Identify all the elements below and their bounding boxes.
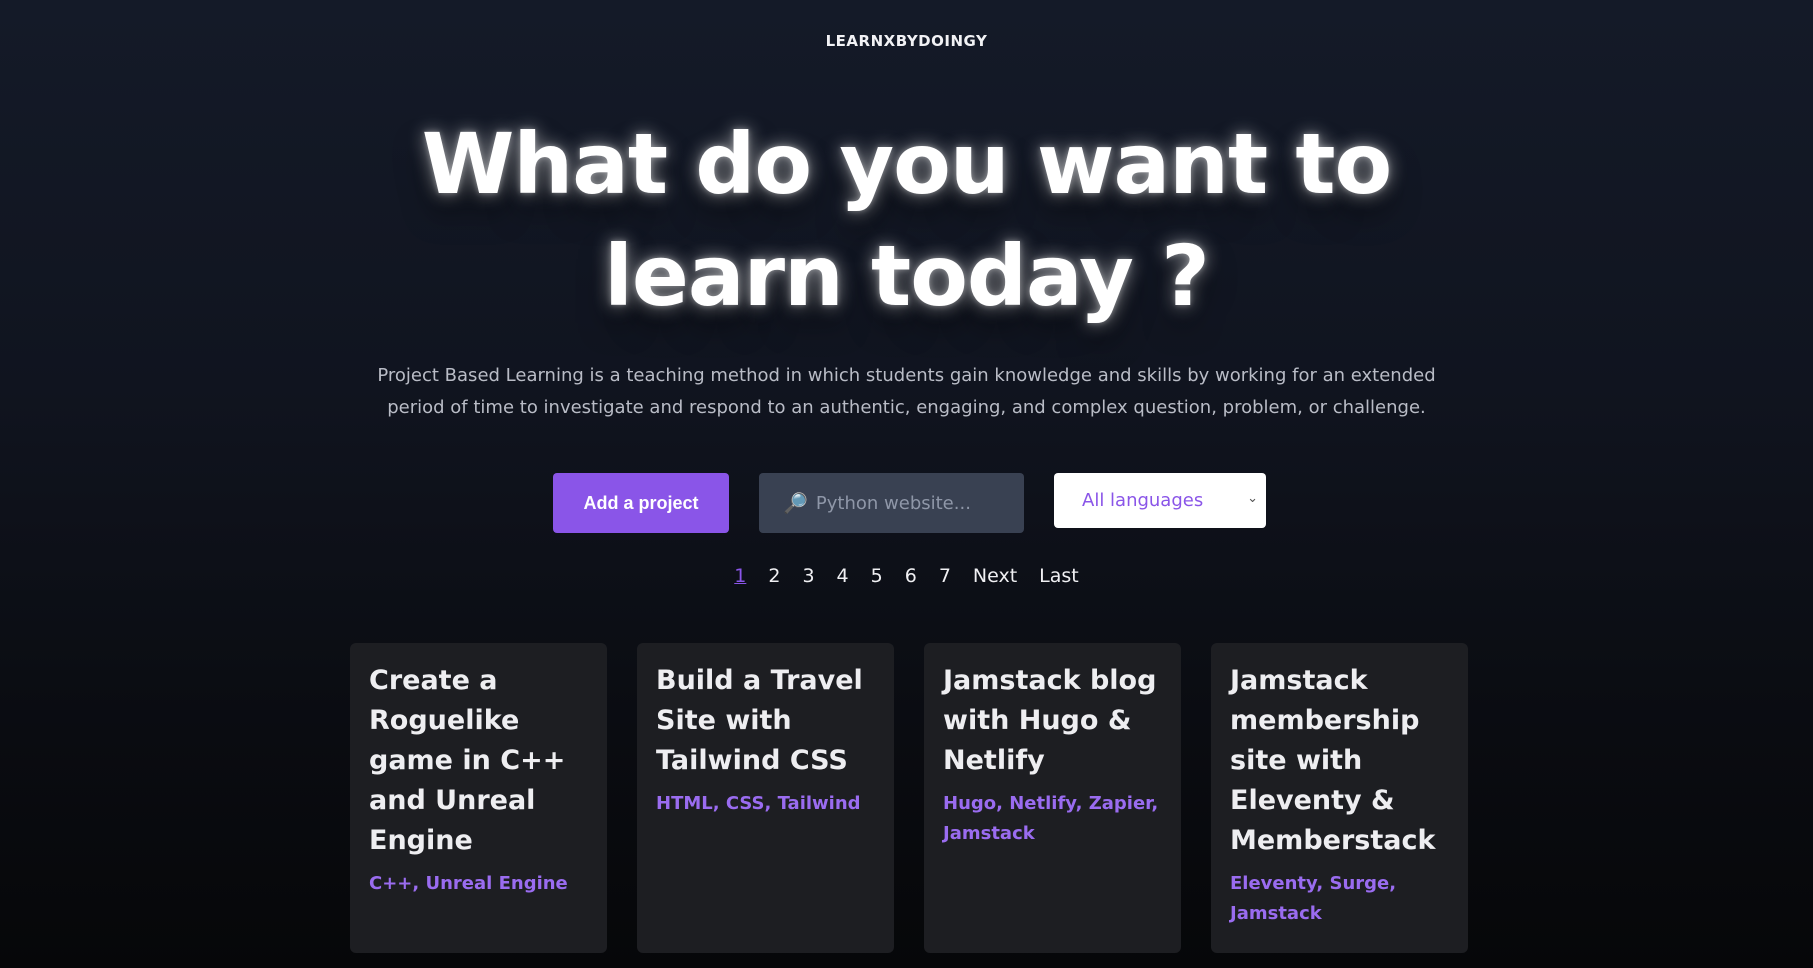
project-card-title: Jamstack blog with Hugo & Netlify [943,665,1157,776]
description: Project Based Learning is a teaching met… [0,360,1813,424]
page-link-next[interactable]: Next [962,565,1028,587]
controls-bar: Add a project 🔎 All languages ⌄ [0,473,1813,533]
project-card-tags: C++, Unreal Engine [369,873,568,894]
project-card[interactable]: Create a Roguelike game in C++ and Unrea… [350,643,607,953]
hero-heading-line2: learn today ? [604,227,1210,325]
page-link-4[interactable]: 4 [826,565,860,587]
hero: What do you want to learn today ? [0,108,1813,332]
page-link-5[interactable]: 5 [860,565,894,587]
project-card-grid: Create a Roguelike game in C++ and Unrea… [350,643,1468,953]
page-link-1[interactable]: 1 [723,565,757,587]
pagination: 1 2 3 4 5 6 7 Next Last [0,565,1813,587]
language-select[interactable]: All languages ⌄ [1054,473,1266,528]
search-box[interactable]: 🔎 [759,473,1024,533]
language-select-value: All languages [1082,490,1204,511]
project-card-title: Jamstack membership site with Eleventy &… [1230,665,1436,856]
page-link-6[interactable]: 6 [894,565,928,587]
search-input[interactable] [815,492,1016,514]
project-card-tags: HTML, CSS, Tailwind [656,793,861,814]
project-card-tags: Hugo, Netlify, Zapier, Jamstack [943,793,1159,844]
project-card-tags: Eleventy, Surge, Jamstack [1230,873,1397,924]
site-brand[interactable]: LEARNXBYDOINGY [0,32,1813,50]
hero-heading: What do you want to learn today ? [407,108,1407,332]
page-link-3[interactable]: 3 [791,565,825,587]
magnifier-icon: 🔎 [783,491,808,515]
chevron-down-icon: ⌄ [1247,491,1258,506]
hero-heading-line1: What do you want to [421,115,1392,213]
project-card-title: Build a Travel Site with Tailwind CSS [656,665,863,776]
project-card[interactable]: Build a Travel Site with Tailwind CSS HT… [637,643,894,953]
project-card[interactable]: Jamstack blog with Hugo & Netlify Hugo, … [924,643,1181,953]
project-card[interactable]: Jamstack membership site with Eleventy &… [1211,643,1468,953]
add-project-button[interactable]: Add a project [553,473,729,533]
page-link-7[interactable]: 7 [928,565,962,587]
page-link-last[interactable]: Last [1028,565,1090,587]
page-link-2[interactable]: 2 [757,565,791,587]
description-text: Project Based Learning is a teaching met… [377,365,1436,418]
project-card-title: Create a Roguelike game in C++ and Unrea… [369,665,566,856]
